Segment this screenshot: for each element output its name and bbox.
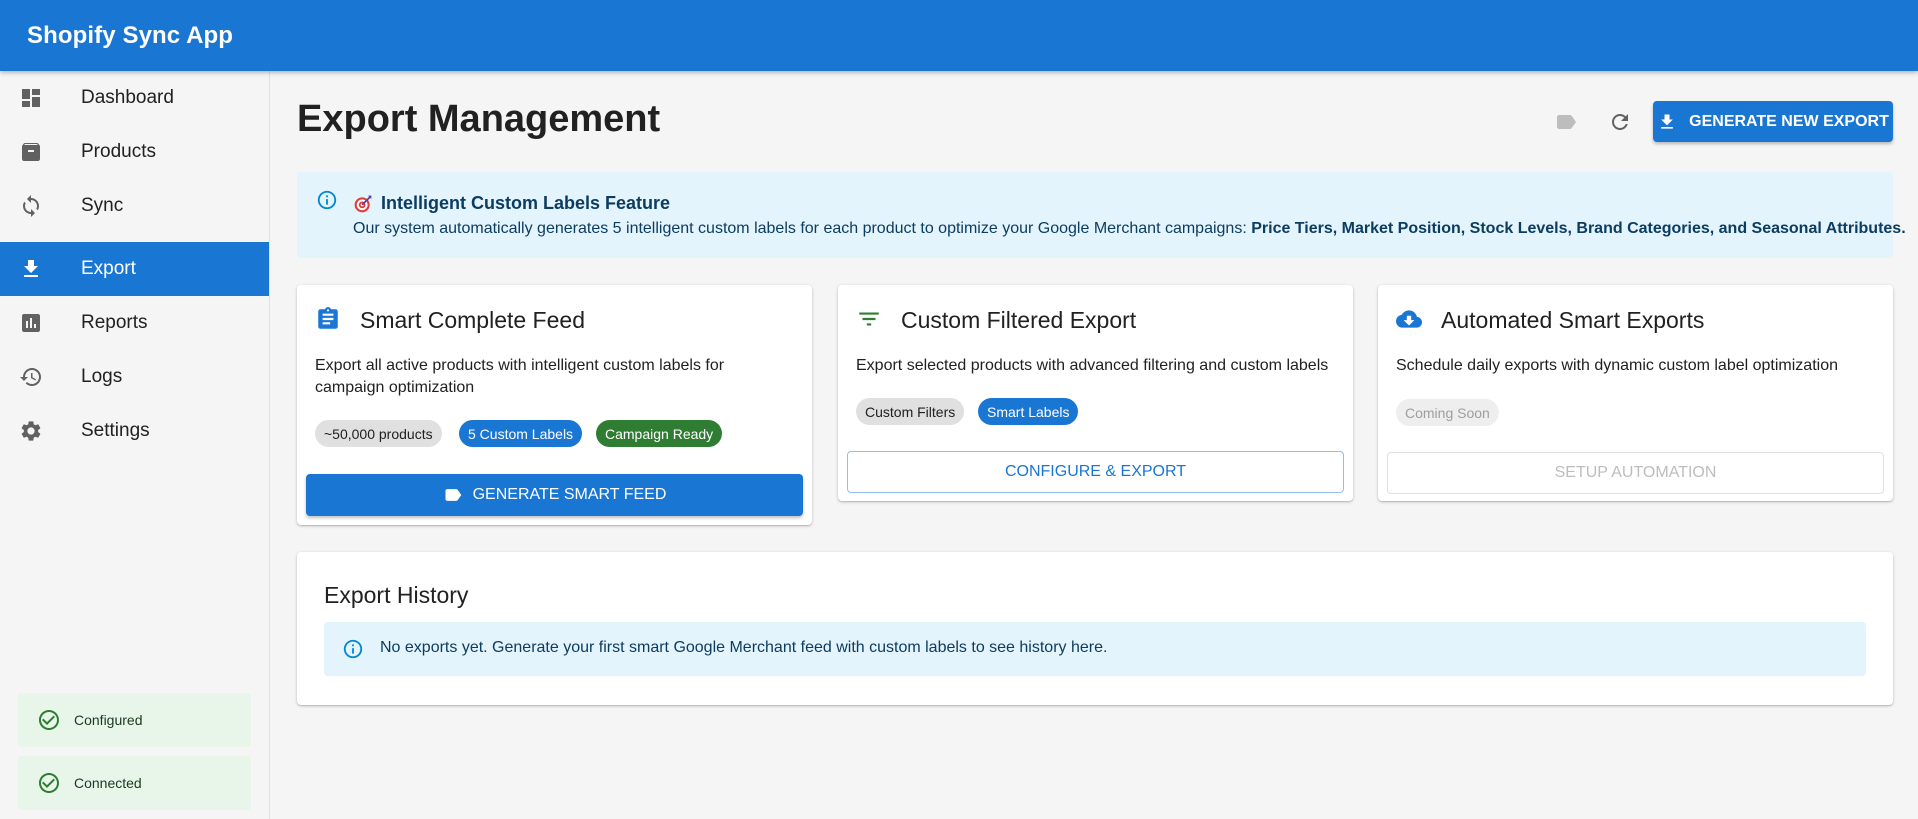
banner-body-text: Our system automatically generates 5 int… [353,220,1252,237]
card-description: Export all active products with intellig… [315,357,725,396]
status-configured: Configured [18,693,251,747]
label-icon [445,489,461,501]
history-icon [19,365,43,389]
custom-labels-info-banner: Intelligent Custom Labels Feature Our sy… [297,172,1906,258]
check-circle-icon [37,708,61,732]
custom-filtered-export-card: Custom Filtered Export Export selected p… [838,285,1353,501]
sidebar-item-label: Reports [81,312,148,333]
generate-smart-feed-label: GENERATE SMART FEED [472,486,667,503]
info-icon [342,638,364,660]
status-connected: Connected [18,756,251,810]
smart-complete-feed-card: Smart Complete Feed Export all active pr… [297,285,812,525]
archive-icon [19,140,43,164]
sidebar-item-logs[interactable]: Logs [0,350,269,404]
download-icon [19,257,43,281]
product-count-chip: ~50,000 products [315,420,442,447]
clipboard-icon [315,306,341,332]
gear-icon [19,419,43,443]
generate-new-export-label: GENERATE NEW EXPORT [1689,112,1889,130]
card-title: Smart Complete Feed [360,307,585,333]
info-icon [316,189,338,211]
sidebar-item-label: Sync [81,195,124,216]
setup-automation-button[interactable]: SETUP AUTOMATION [1387,452,1884,494]
configure-export-label: CONFIGURE & EXPORT [1004,463,1187,480]
export-history-title: Export History [324,582,469,608]
app-bar: Shopify Sync App [0,0,1918,71]
check-circle-icon [37,771,61,795]
sidebar-item-reports[interactable]: Reports [0,296,269,350]
card-description: Schedule daily exports with dynamic cust… [1396,357,1838,374]
card-description: Export selected products with advanced f… [856,357,1329,374]
custom-labels-chip: 5 Custom Labels [459,420,583,447]
download-icon [1661,114,1673,129]
status-label: Configured [74,712,143,728]
app-title: Shopify Sync App [27,21,234,49]
export-history-panel: Export History No exports yet. Generate … [297,552,1893,705]
banner-body-highlight: Price Tiers, Market Position, Stock Leve… [1251,220,1906,237]
sidebar-item-label: Settings [81,420,150,441]
configure-export-button[interactable]: CONFIGURE & EXPORT [847,451,1344,493]
filter-icon [856,306,882,332]
empty-history-message: No exports yet. Generate your first smar… [380,639,1108,656]
sync-icon [19,194,43,218]
generate-smart-feed-button[interactable]: GENERATE SMART FEED [306,474,803,516]
sidebar-item-dashboard[interactable]: Dashboard [0,71,269,125]
cloud-download-icon [1396,306,1422,332]
sidebar-item-label: Dashboard [81,87,174,108]
assessment-icon [19,311,43,335]
custom-filters-chip: Custom Filters [856,398,965,425]
coming-soon-chip: Coming Soon [1396,399,1499,426]
generate-new-export-button[interactable]: GENERATE NEW EXPORT [1653,101,1893,142]
smart-labels-chip: Smart Labels [978,398,1079,425]
sidebar-item-sync[interactable]: Sync [0,179,269,233]
sidebar-item-label: Export [81,258,136,279]
campaign-ready-chip: Campaign Ready [596,420,723,447]
label-icon[interactable] [1552,108,1580,136]
card-title: Automated Smart Exports [1441,307,1705,333]
status-label: Connected [74,775,142,791]
page-title: Export Management [297,98,661,140]
setup-automation-label: SETUP AUTOMATION [1554,464,1717,481]
sidebar-item-products[interactable]: Products [0,125,269,179]
sidebar: Dashboard Products Sync Export Reports L… [0,71,270,819]
sidebar-item-export[interactable]: Export [0,242,269,296]
banner-title-text: Intelligent Custom Labels Feature [381,193,671,213]
card-title: Custom Filtered Export [901,307,1137,333]
banner-body: Our system automatically generates 5 int… [353,220,1906,238]
sidebar-item-label: Products [81,141,156,162]
dashboard-icon [19,86,43,110]
target-icon [354,195,372,212]
banner-title: Intelligent Custom Labels Feature [353,193,670,214]
sidebar-item-label: Logs [81,366,123,387]
empty-history-alert: No exports yet. Generate your first smar… [324,622,1866,676]
refresh-icon[interactable] [1606,108,1634,136]
automated-smart-exports-card: Automated Smart Exports Schedule daily e… [1378,285,1893,501]
sidebar-item-settings[interactable]: Settings [0,404,269,458]
